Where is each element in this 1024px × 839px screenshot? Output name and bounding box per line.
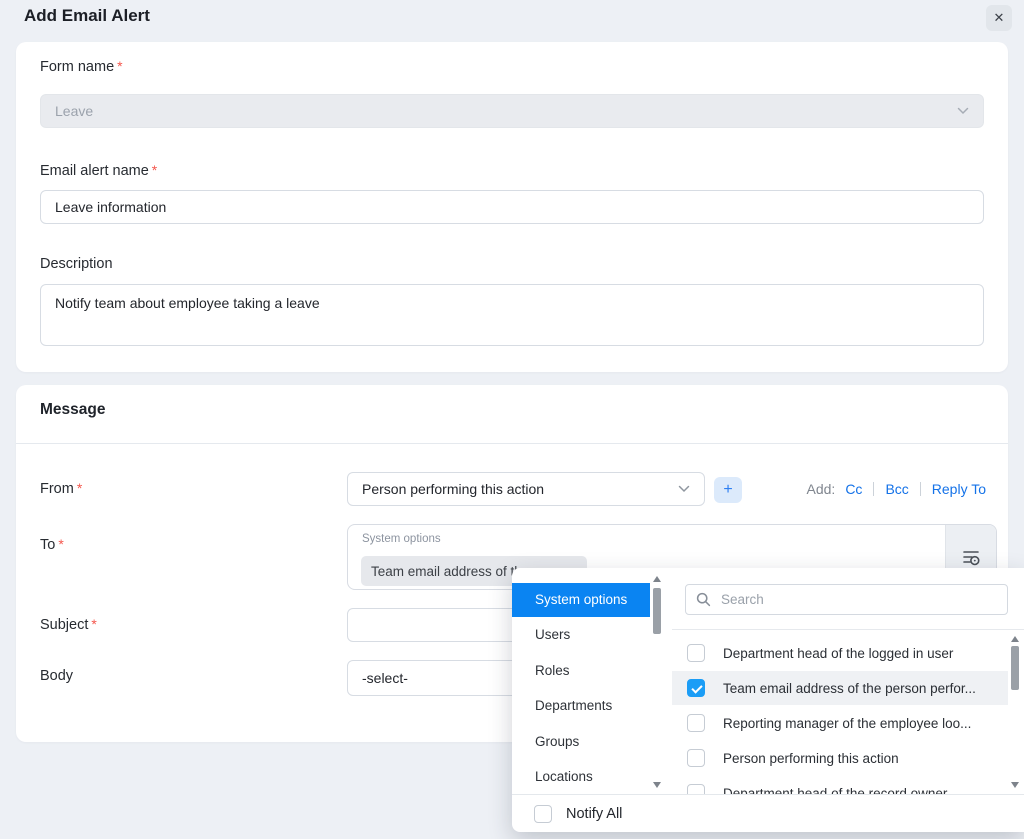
checkbox[interactable] [687, 644, 705, 662]
description-text[interactable]: Notify team about employee taking a leav… [55, 294, 320, 312]
form-name-label: Form name* [40, 58, 123, 75]
option-row[interactable]: Person performing this action [672, 741, 1008, 775]
menu-item-users[interactable]: Users [512, 618, 650, 652]
list-settings-icon [961, 547, 981, 567]
add-bcc-link[interactable]: Bcc [885, 481, 908, 497]
checkbox[interactable] [687, 679, 705, 697]
option-label: Team email address of the person perfor.… [723, 681, 976, 696]
close-button[interactable]: ✕ [986, 5, 1012, 31]
body-value: -select- [362, 670, 408, 686]
menu-item-locations[interactable]: Locations [512, 760, 650, 794]
option-row[interactable]: Reporting manager of the employee loo... [672, 706, 1008, 740]
required-asterisk: * [77, 480, 82, 496]
menu-item-groups[interactable]: Groups [512, 725, 650, 759]
notify-all-checkbox[interactable] [534, 805, 552, 823]
subject-label: Subject* [40, 616, 97, 633]
required-asterisk: * [91, 616, 96, 632]
email-alert-name-input[interactable] [55, 199, 969, 215]
message-heading: Message [40, 401, 105, 419]
recipient-search-box [685, 584, 1008, 615]
form-name-select[interactable]: Leave [40, 94, 984, 128]
close-icon: ✕ [994, 10, 1005, 26]
recipient-option-list: Department head of the logged in user Te… [672, 630, 1008, 794]
option-label: Person performing this action [723, 751, 899, 766]
option-row[interactable]: Department head of the logged in user [672, 636, 1008, 670]
option-row[interactable]: Department head of the record owner [672, 776, 1008, 794]
add-recipient-links: Add: Cc Bcc Reply To [807, 481, 987, 497]
recipient-category-menu: System options Users Roles Departments G… [512, 568, 665, 794]
general-section-card: Form name* Leave Email alert name* Descr… [16, 42, 1008, 372]
add-cc-link[interactable]: Cc [845, 481, 862, 497]
notify-all-label: Notify All [566, 806, 622, 822]
checkbox[interactable] [687, 784, 705, 794]
option-label: Department head of the record owner [723, 786, 947, 795]
option-label: Reporting manager of the employee loo... [723, 716, 971, 731]
add-reply-to-link[interactable]: Reply To [932, 481, 986, 497]
plus-icon: + [723, 481, 732, 499]
email-alert-name-field [40, 190, 984, 224]
link-divider [873, 482, 874, 496]
option-row[interactable]: Team email address of the person perfor.… [672, 671, 1008, 705]
search-icon [696, 592, 711, 607]
required-asterisk: * [117, 58, 122, 74]
chevron-down-icon [957, 107, 969, 115]
option-list-scrollbar[interactable] [1010, 634, 1021, 790]
required-asterisk: * [152, 162, 157, 178]
description-field: Notify team about employee taking a leav… [40, 284, 984, 346]
menu-item-roles[interactable]: Roles [512, 654, 650, 688]
menu-scrollbar[interactable] [652, 574, 663, 790]
checkbox[interactable] [687, 714, 705, 732]
section-divider [16, 443, 1008, 444]
menu-item-departments[interactable]: Departments [512, 689, 650, 723]
scroll-up-icon[interactable] [1011, 636, 1019, 642]
link-divider [920, 482, 921, 496]
from-label: From* [40, 480, 82, 497]
from-value: Person performing this action [362, 481, 544, 497]
to-group-label: System options [362, 533, 441, 545]
description-label: Description [40, 256, 113, 272]
form-name-value: Leave [55, 103, 93, 119]
body-label: Body [40, 668, 73, 684]
add-label: Add: [807, 481, 836, 497]
scroll-down-icon[interactable] [653, 782, 661, 788]
add-email-alert-dialog: Add Email Alert ✕ Form name* Leave Email… [0, 0, 1024, 839]
to-label: To* [40, 536, 64, 553]
from-select[interactable]: Person performing this action [347, 472, 705, 506]
recipient-picker-popup: System options Users Roles Departments G… [512, 568, 1024, 832]
scroll-down-icon[interactable] [1011, 782, 1019, 788]
required-asterisk: * [58, 536, 63, 552]
checkbox[interactable] [687, 749, 705, 767]
chevron-down-icon [678, 485, 690, 493]
scrollbar-thumb[interactable] [1011, 646, 1019, 690]
email-alert-name-label: Email alert name* [40, 162, 157, 179]
scrollbar-thumb[interactable] [653, 588, 661, 634]
menu-item-system-options[interactable]: System options [512, 583, 650, 617]
page-title: Add Email Alert [24, 6, 150, 26]
scroll-up-icon[interactable] [653, 576, 661, 582]
notify-all-row[interactable]: Notify All [512, 794, 1024, 832]
search-input[interactable] [719, 591, 997, 608]
option-label: Department head of the logged in user [723, 646, 953, 661]
add-from-button[interactable]: + [714, 477, 742, 503]
